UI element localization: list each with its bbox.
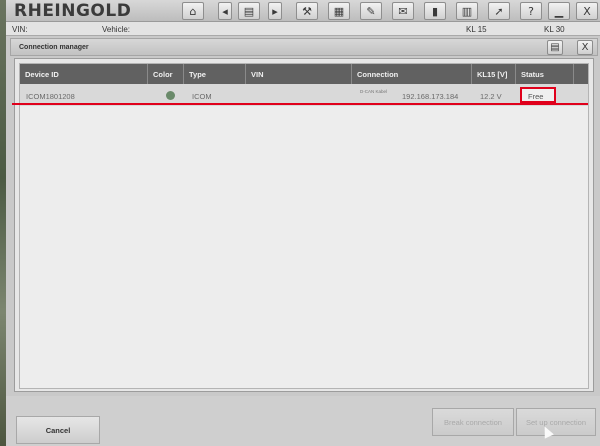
column-status[interactable]: Status: [516, 64, 574, 84]
battery-icon[interactable]: ▮: [424, 2, 446, 20]
main-toolbar: RHEINGOLD ⌂ ◂ ▤ ▸ ⚒ ▦ ✎ ✉ ▮ ▥ ➚ ? ▁ X: [6, 0, 600, 22]
status-badge: Free: [520, 87, 556, 103]
column-spacer: [574, 64, 588, 84]
vin-label: VIN:: [12, 25, 28, 34]
chart-icon[interactable]: ▥: [456, 2, 478, 20]
kl15-label: KL 15: [466, 25, 487, 34]
column-type[interactable]: Type: [184, 64, 246, 84]
dialog-title: Connection manager: [19, 44, 89, 51]
dialog-footer: Cancel Break connection Set up connectio…: [6, 396, 600, 446]
help-icon[interactable]: ?: [520, 2, 542, 20]
break-connection-button[interactable]: Break connection: [432, 408, 514, 436]
connection-type-cell: D-CAN Kabel: [360, 89, 388, 94]
grid-icon[interactable]: ▦: [328, 2, 350, 20]
column-kl15[interactable]: KL15 [V]: [472, 64, 516, 84]
print-icon[interactable]: ▤: [547, 40, 563, 55]
connection-panel: Device ID Color Type VIN Connection KL15…: [14, 58, 594, 392]
kl30-label: KL 30: [544, 25, 565, 34]
highlight-underline: [12, 103, 588, 105]
column-connection[interactable]: Connection: [352, 64, 472, 84]
next-icon[interactable]: ▸: [268, 2, 282, 20]
column-color[interactable]: Color: [148, 64, 184, 84]
app-window: RHEINGOLD ⌂ ◂ ▤ ▸ ⚒ ▦ ✎ ✉ ▮ ▥ ➚ ? ▁ X VI…: [6, 0, 600, 446]
prev-icon[interactable]: ◂: [218, 2, 232, 20]
tool-icon[interactable]: ✎: [360, 2, 382, 20]
set-up-connection-button[interactable]: Set up connection: [516, 408, 596, 436]
document-icon[interactable]: ▤: [238, 2, 260, 20]
vehicle-info-bar: VIN: Vehicle: KL 15 KL 30: [6, 22, 600, 36]
dialog-title-bar: Connection manager ▤ X: [10, 38, 598, 56]
close-icon[interactable]: X: [576, 2, 598, 20]
column-device-id[interactable]: Device ID: [20, 64, 148, 84]
wrench-icon[interactable]: ⚒: [296, 2, 318, 20]
dialog-close-icon[interactable]: X: [577, 40, 593, 55]
vehicle-label: Vehicle:: [102, 25, 131, 34]
color-indicator: [166, 91, 175, 100]
table-header: Device ID Color Type VIN Connection KL15…: [20, 64, 588, 84]
home-icon[interactable]: ⌂: [182, 2, 204, 20]
cancel-button[interactable]: Cancel: [16, 416, 100, 444]
device-table: Device ID Color Type VIN Connection KL15…: [19, 63, 589, 389]
minimize-icon[interactable]: ▁: [548, 2, 570, 20]
cursor-icon[interactable]: ➚: [488, 2, 510, 20]
app-logo: RHEINGOLD: [14, 1, 132, 21]
mail-icon[interactable]: ✉: [392, 2, 414, 20]
column-vin[interactable]: VIN: [246, 64, 352, 84]
